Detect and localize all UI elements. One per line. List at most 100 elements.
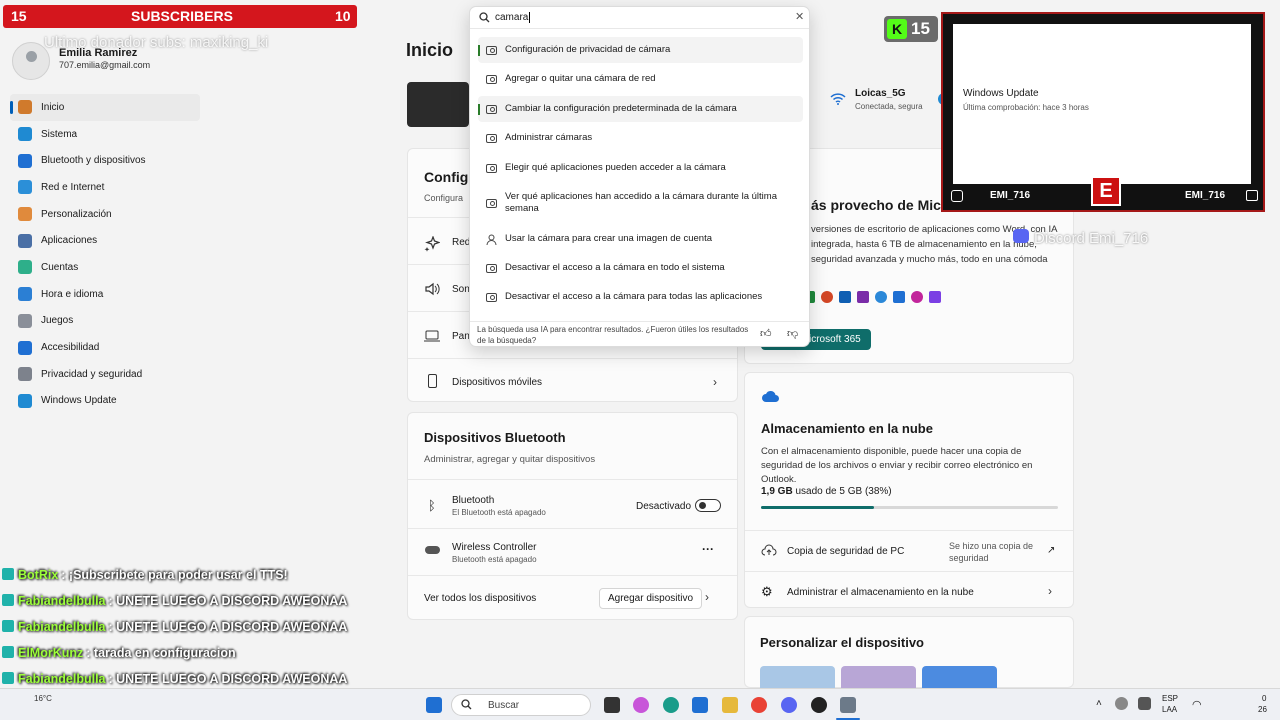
nav-icon [18,233,32,248]
taskbar-search[interactable]: Buscar [451,694,591,716]
chat-badge-icon [2,594,14,606]
subscribers-banner: 15 SUBSCRIBERS 10 [3,5,357,28]
search-result-item[interactable]: Elegir qué aplicaciones pueden acceder a… [478,155,803,181]
search-result-item[interactable]: Cambiar la configuración predeterminada … [478,96,803,122]
donor-ticker: Ultimo donador subs: maxiking_ki [44,34,269,51]
defender-icon [893,291,905,303]
start-button-icon[interactable] [426,697,442,713]
bluetooth-name: Bluetooth [452,495,495,506]
nav-icon [18,340,32,355]
person-icon [486,234,497,245]
discord-icon [1013,229,1029,243]
clock-date[interactable]: 26 [1258,705,1267,714]
app-icon[interactable] [811,697,827,713]
bluetooth-toggle[interactable] [695,499,721,512]
settings-icon[interactable] [840,697,856,713]
wallpaper-thumb-3[interactable] [922,666,997,688]
sidebar-item-bluetooth-y-dispositivos[interactable]: Bluetooth y dispositivos [10,147,200,174]
sidebar-item-aplicaciones[interactable]: Aplicaciones [10,227,200,254]
search-result-item[interactable]: Configuración de privacidad de cámara [478,37,803,63]
more-options-icon[interactable]: ··· [702,542,714,556]
search-result-item[interactable]: Ver qué aplicaciones han accedido a la c… [478,185,803,221]
cloud-of: usado de 5 GB (38%) [795,486,892,497]
see-all-devices-link[interactable]: Ver todos los dispositivos [424,593,536,604]
sidebar-item-accesibilidad[interactable]: Accesibilidad [10,334,200,361]
search-result-item[interactable]: Agregar o quitar una cámara de red [478,66,803,92]
m365-app-icons [803,291,971,305]
cam-name-left: EMI_716 [990,190,1031,201]
add-device-button[interactable]: Agregar dispositivo [599,588,703,609]
search-box[interactable]: camara ✕ [470,7,809,29]
tray-app-icon[interactable] [1138,697,1151,710]
store-icon[interactable] [692,697,708,713]
chat-username: Fabiandelbulla [18,620,106,634]
tray-app-icon[interactable] [1115,697,1128,710]
search-icon [479,12,490,26]
chat-text: : UNETE LUEGO A DISCORD AWEONAA [108,594,348,608]
sidebar-item-inicio[interactable]: Inicio [10,94,200,121]
discord-icon[interactable] [781,697,797,713]
chevron-right-icon[interactable]: › [713,375,717,389]
wifi-name[interactable]: Loicas_5G [855,88,906,99]
wallpaper-thumb-1[interactable] [760,666,835,688]
edge-icon[interactable] [663,697,679,713]
search-result-item[interactable]: Usar la cámara para crear una imagen de … [478,226,803,252]
search-feedback-text: La búsqueda usa IA para encontrar result… [477,325,749,345]
sidebar-item-label: Cuentas [41,261,79,273]
sidebar-nav: Inicio Sistema Bluetooth y dispositivos Red… [10,94,200,414]
thumbs-up-icon[interactable]: 👍︎ [760,327,772,340]
search-result-item[interactable]: Desactivar el acceso a la cámara en todo… [478,255,803,281]
file-explorer-icon[interactable] [722,697,738,713]
search-result-label: Configuración de privacidad de cámara [505,44,671,55]
wifi-tray-icon[interactable]: ◠ [1192,698,1202,711]
forms-icon [929,291,941,303]
language-code[interactable]: ESP [1162,694,1178,703]
chat-username: BotRix [18,568,59,582]
sidebar-item-label: Windows Update [41,395,117,407]
sidebar-item-sistema[interactable]: Sistema [10,121,200,148]
chrome-icon[interactable] [751,697,767,713]
external-link-icon[interactable]: ↗ [1047,545,1055,556]
sidebar-item-label: Red e Internet [41,181,105,193]
tray-chevron-icon[interactable]: ˄ [1096,698,1102,709]
sidebar-item-hora-e-idioma[interactable]: Hora e idioma [10,281,200,308]
sidebar-item-privacidad-y-seguridad[interactable]: Privacidad y seguridad [10,361,200,388]
search-result-label: Cambiar la configuración predeterminada … [505,103,737,114]
mobile-devices-link[interactable]: Dispositivos móviles [452,377,542,388]
language-layout[interactable]: LAA [1162,705,1177,714]
weather-temp[interactable]: 16°C [34,694,52,703]
manage-cloud-link[interactable]: Administrar el almacenamiento en la nube [787,587,974,598]
cloud-used: 1,9 GB [761,486,793,497]
close-icon[interactable]: ✕ [795,10,804,23]
sidebar-item-windows-update[interactable]: Windows Update [10,388,200,415]
chevron-right-icon[interactable]: › [1048,584,1052,598]
instagram-icon [951,190,963,202]
backup-label[interactable]: Copia de seguridad de PC [787,546,904,557]
clock-time[interactable]: 0 [1262,694,1266,703]
wallpaper-thumb-2[interactable] [841,666,916,688]
sidebar-item-red-e-internet[interactable]: Red e Internet [10,174,200,201]
bluetooth-toggle-label: Desactivado [636,501,692,512]
promo-image[interactable] [407,82,469,127]
sidebar-item-personalización[interactable]: Personalización [10,201,200,228]
chevron-right-icon[interactable]: › [705,590,709,604]
thumbs-down-icon[interactable]: 👎︎ [787,327,798,340]
task-view-icon[interactable] [604,697,620,713]
chat-message: Fabiandelbulla: UNETE LUEGO A DISCORD AW… [2,594,347,608]
sidebar-item-cuentas[interactable]: Cuentas [10,254,200,281]
search-result-item[interactable]: Administrar cámaras [478,125,803,151]
chat-message: BotRix: ¡Subscribete para poder usar el … [2,568,288,582]
search-result-item[interactable]: Desactivar el acceso a la cámara para to… [478,284,803,310]
cloud-body: Con el almacenamiento disponible, puede … [761,446,1033,485]
search-result-label: Ver qué aplicaciones han accedido a la c… [505,191,777,214]
search-input[interactable]: camara [495,12,531,23]
sidebar-item-label: Personalización [41,208,112,220]
sidebar-item-juegos[interactable]: Juegos [10,308,200,335]
search-result-label: Agregar o quitar una cámara de red [505,73,656,84]
webcam-feed: Windows Update Última comprobación: hace… [953,24,1251,184]
copilot-icon[interactable] [633,697,649,713]
cloud-title: Almacenamiento en la nube [761,421,933,436]
nav-icon [18,260,32,275]
subscribers-label: SUBSCRIBERS [131,8,233,24]
bluetooth-card: Dispositivos Bluetooth Administrar, agre… [407,412,738,620]
